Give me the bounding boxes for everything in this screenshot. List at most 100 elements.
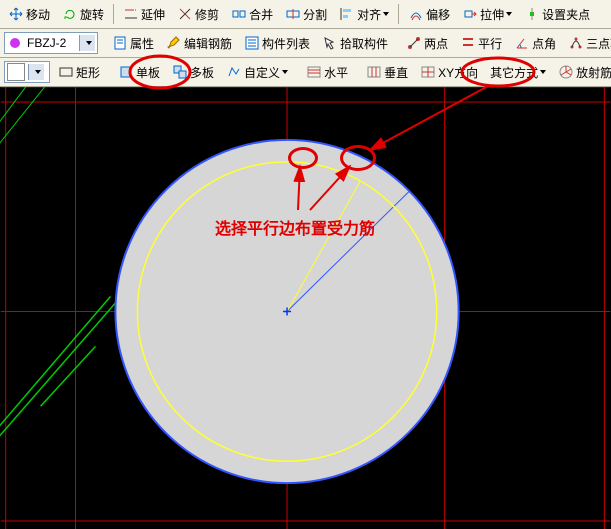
dropdown-icon [506, 12, 512, 16]
toolbar-row-1: 移动 旋转 延伸 修剪 合并 分割 对齐 偏移 拉伸 设置夹点 [0, 0, 611, 29]
align-icon [339, 6, 355, 22]
horizontal-icon [306, 64, 322, 80]
drawing-canvas[interactable]: 选择平行边布置受力筋 [0, 87, 611, 529]
combo-dropdown-button[interactable] [79, 35, 95, 51]
three-aux-button[interactable]: 三点辅轴 [563, 31, 611, 55]
multi-plate-label: 多板 [190, 64, 214, 81]
trim-button[interactable]: 修剪 [172, 2, 224, 26]
pencil-icon [166, 35, 182, 51]
offset-button[interactable]: 偏移 [403, 2, 455, 26]
multi-plate-button[interactable]: 多板 [167, 60, 219, 84]
merge-button[interactable]: 合并 [226, 2, 278, 26]
edit-rebar-button[interactable]: 编辑钢筋 [161, 31, 237, 55]
move-label: 移动 [26, 6, 50, 23]
vertical-icon [366, 64, 382, 80]
extend-label: 延伸 [141, 6, 165, 23]
color-swatch [7, 63, 25, 81]
merge-icon [231, 6, 247, 22]
component-list-label: 构件列表 [262, 35, 310, 52]
custom-icon [226, 64, 242, 80]
canvas-svg [0, 87, 611, 529]
three-aux-label: 三点辅轴 [586, 35, 611, 52]
vertical-button[interactable]: 垂直 [361, 60, 413, 84]
grip-icon [524, 6, 540, 22]
split-button[interactable]: 分割 [280, 2, 332, 26]
merge-label: 合并 [249, 6, 273, 23]
rect-label: 矩形 [76, 64, 100, 81]
dropdown-icon [86, 41, 92, 45]
toolbar-row-2: FBZJ-2 属性 编辑钢筋 构件列表 拾取构件 两点 平行 点角 三点辅轴 [0, 29, 611, 58]
offset-label: 偏移 [426, 6, 450, 23]
xy-dir-label: XY方向 [438, 64, 478, 81]
single-plate-button[interactable]: 单板 [113, 60, 165, 84]
extend-button[interactable]: 延伸 [118, 2, 170, 26]
grip-label: 设置夹点 [542, 6, 590, 23]
color-combo[interactable] [4, 61, 50, 83]
vertical-label: 垂直 [384, 64, 408, 81]
angle-icon [514, 35, 530, 51]
dropdown-icon [282, 70, 288, 74]
layer-combo[interactable]: FBZJ-2 [4, 32, 98, 54]
move-button[interactable]: 移动 [3, 2, 55, 26]
other-way-button[interactable]: 其它方式 [485, 60, 551, 84]
rect-icon [58, 64, 74, 80]
radial-icon [558, 64, 574, 80]
layer-combo-text: FBZJ-2 [25, 36, 79, 50]
radial-label: 放射筋 [576, 64, 611, 81]
custom-label: 自定义 [244, 64, 280, 81]
parallel-button[interactable]: 平行 [455, 31, 507, 55]
list-icon [244, 35, 260, 51]
split-label: 分割 [303, 6, 327, 23]
dropdown-icon [540, 70, 546, 74]
extend-icon [123, 6, 139, 22]
combo-dropdown-button[interactable] [28, 64, 44, 80]
rotate-label: 旋转 [80, 6, 104, 23]
pick-component-label: 拾取构件 [340, 35, 388, 52]
move-icon [8, 6, 24, 22]
align-label: 对齐 [357, 6, 381, 23]
trim-icon [177, 6, 193, 22]
stretch-label: 拉伸 [480, 6, 504, 23]
component-list-button[interactable]: 构件列表 [239, 31, 315, 55]
pick-component-button[interactable]: 拾取构件 [317, 31, 393, 55]
properties-icon [112, 35, 128, 51]
pick-icon [322, 35, 338, 51]
attr-button[interactable]: 属性 [107, 31, 159, 55]
dropdown-icon [35, 70, 41, 74]
rotate-button[interactable]: 旋转 [57, 2, 109, 26]
offset-icon [408, 6, 424, 22]
horizontal-button[interactable]: 水平 [301, 60, 353, 84]
toolbar-row-3: 矩形 单板 多板 自定义 水平 垂直 XY方向 其它方式 放射筋 [0, 58, 611, 87]
separator [113, 4, 114, 24]
single-plate-icon [118, 64, 134, 80]
radial-button[interactable]: 放射筋 [553, 60, 611, 84]
grip-button[interactable]: 设置夹点 [519, 2, 595, 26]
stretch-button[interactable]: 拉伸 [457, 2, 517, 26]
single-plate-label: 单板 [136, 64, 160, 81]
parallel-label: 平行 [478, 35, 502, 52]
horizontal-label: 水平 [324, 64, 348, 81]
split-icon [285, 6, 301, 22]
multi-plate-icon [172, 64, 188, 80]
xy-dir-button[interactable]: XY方向 [415, 60, 483, 84]
trim-label: 修剪 [195, 6, 219, 23]
dropdown-icon [383, 12, 389, 16]
three-point-icon [568, 35, 584, 51]
angle-button[interactable]: 点角 [509, 31, 561, 55]
separator [398, 4, 399, 24]
two-point-label: 两点 [424, 35, 448, 52]
parallel-icon [460, 35, 476, 51]
layer-icon [7, 35, 23, 51]
xy-icon [420, 64, 436, 80]
custom-button[interactable]: 自定义 [221, 60, 293, 84]
rect-button[interactable]: 矩形 [53, 60, 105, 84]
two-point-icon [406, 35, 422, 51]
attr-label: 属性 [130, 35, 154, 52]
two-point-button[interactable]: 两点 [401, 31, 453, 55]
align-button[interactable]: 对齐 [334, 2, 394, 26]
rotate-icon [62, 6, 78, 22]
angle-label: 点角 [532, 35, 556, 52]
stretch-icon [462, 6, 478, 22]
other-way-label: 其它方式 [490, 64, 538, 81]
edit-rebar-label: 编辑钢筋 [184, 35, 232, 52]
